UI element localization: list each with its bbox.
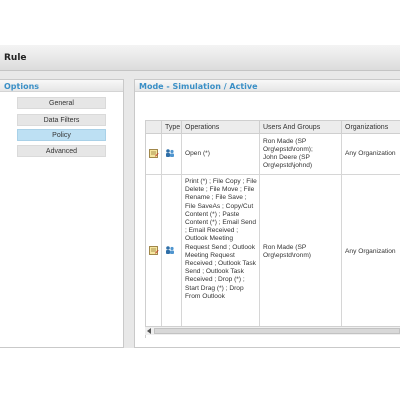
scrollbar-thumb[interactable] bbox=[154, 328, 400, 334]
scroll-left-icon[interactable] bbox=[147, 328, 151, 334]
row2-users-groups: Ron Made (SP Org\epstd\ronm) bbox=[260, 175, 342, 330]
option-policy-button[interactable]: Policy bbox=[17, 129, 106, 141]
bottom-blank-area bbox=[0, 348, 400, 400]
top-blank-area bbox=[0, 0, 400, 45]
table-row[interactable] bbox=[146, 134, 162, 175]
mode-title: Mode - Simulation / Active bbox=[139, 82, 258, 91]
column-header-operations[interactable]: Operations bbox=[182, 121, 260, 134]
column-header-organizations[interactable]: Organizations bbox=[342, 121, 400, 134]
mode-header: Mode - Simulation / Active bbox=[135, 80, 400, 92]
window-titlebar: Rule bbox=[0, 45, 400, 71]
rule-edit-icon[interactable] bbox=[149, 246, 159, 255]
row1-operations: Open (*) bbox=[182, 134, 260, 175]
rule-edit-icon[interactable] bbox=[149, 149, 159, 158]
user-group-icon bbox=[166, 246, 174, 254]
window-title: Rule bbox=[4, 53, 27, 63]
row2-operations: Print (*) ; File Copy ; File Delete ; Fi… bbox=[182, 175, 260, 330]
row1-users-groups: Ron Made (SP Org\epstd\ronm); John Deere… bbox=[260, 134, 342, 175]
options-title: Options bbox=[4, 82, 40, 91]
row2-organizations: Any Organization bbox=[342, 175, 400, 330]
column-header-users-groups[interactable]: Users And Groups bbox=[260, 121, 342, 134]
rules-table: Type Operations Users And Groups Organiz… bbox=[145, 120, 400, 338]
column-header-type[interactable]: Type bbox=[162, 121, 182, 134]
row1-organizations: Any Organization bbox=[342, 134, 400, 175]
horizontal-scrollbar[interactable] bbox=[145, 326, 400, 335]
column-header-select[interactable] bbox=[146, 121, 162, 134]
options-header: Options bbox=[0, 80, 123, 92]
option-data-filters-button[interactable]: Data Filters bbox=[17, 114, 106, 126]
option-advanced-button[interactable]: Advanced bbox=[17, 145, 106, 157]
table-row[interactable] bbox=[146, 175, 162, 330]
option-general-button[interactable]: General bbox=[17, 97, 106, 109]
user-group-icon bbox=[166, 149, 174, 157]
